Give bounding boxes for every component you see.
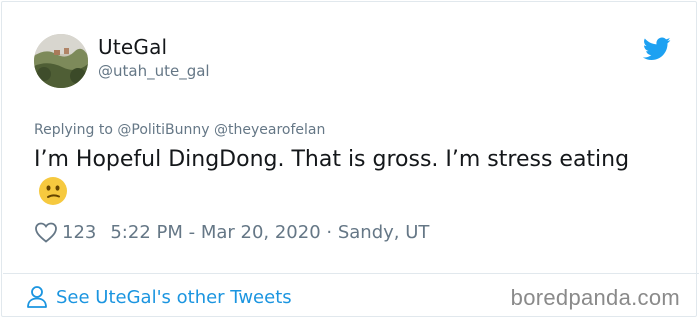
twitter-bird-icon[interactable] — [643, 37, 671, 61]
user-handle[interactable]: @utah_ute_gal — [98, 62, 210, 80]
tweet-meta: 123 5:22 PM - Mar 20, 2020 · Sandy, UT — [34, 221, 429, 243]
mention-link[interactable]: @PolitiBunny — [117, 122, 209, 138]
avatar[interactable] — [34, 34, 88, 88]
see-other-tweets-label[interactable]: See UteGal's other Tweets — [56, 287, 292, 308]
tweet-card: UteGal @utah_ute_gal Replying to @Politi… — [1, 1, 699, 317]
person-icon — [27, 286, 47, 308]
mention-link[interactable]: @theyearofelan — [214, 122, 325, 138]
reply-context: Replying to @PolitiBunny @theyearofelan — [34, 122, 325, 138]
watermark: boredpanda.com — [510, 285, 680, 310]
confused-face-icon — [39, 177, 67, 205]
tweet-body: I’m Hopeful DingDong. That is gross. I’m… — [34, 147, 630, 172]
heart-icon[interactable] — [34, 221, 58, 243]
reply-prefix: Replying to — [34, 122, 113, 138]
like-count[interactable]: 123 — [62, 222, 96, 243]
timestamp[interactable]: 5:22 PM - Mar 20, 2020 · Sandy, UT — [110, 222, 429, 243]
see-other-tweets-link[interactable]: See UteGal's other Tweets — [26, 285, 292, 309]
tweet-text: I’m Hopeful DingDong. That is gross. I’m… — [34, 144, 634, 210]
divider — [3, 273, 699, 274]
display-name[interactable]: UteGal — [98, 35, 167, 59]
